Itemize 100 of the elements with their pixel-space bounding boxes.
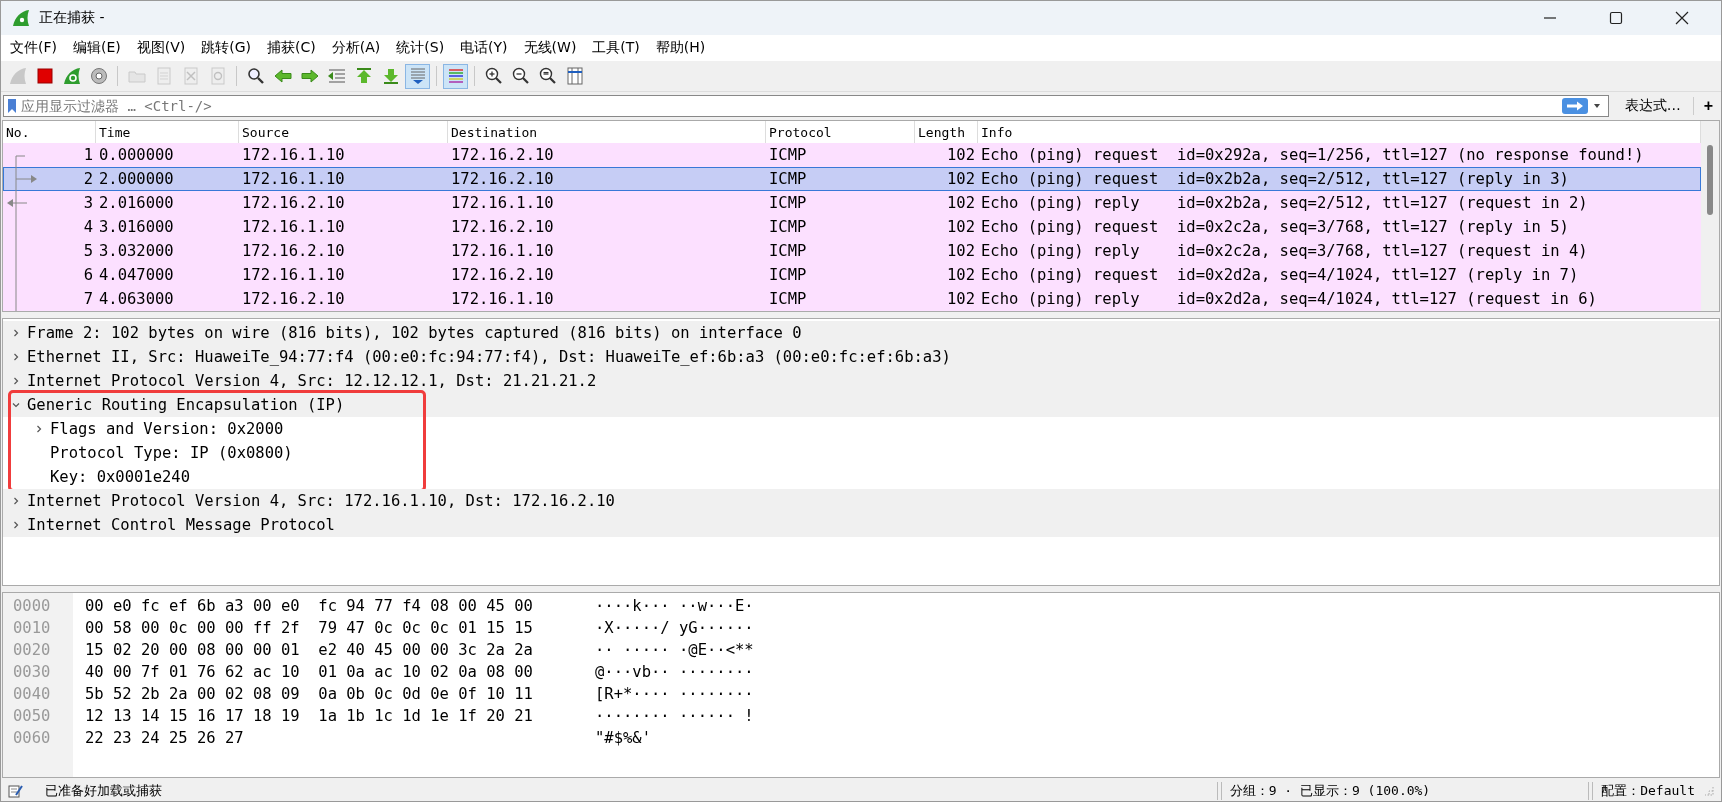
ascii-bytes: "#$%&' bbox=[595, 728, 652, 749]
menu-item[interactable]: 分析(A) bbox=[326, 37, 386, 59]
menu-item[interactable]: 电话(Y) bbox=[455, 37, 513, 59]
protocol-tree-item[interactable]: Internet Protocol Version 4, Src: 12.12.12.1, Dst: 21.21.21.2 bbox=[3, 369, 1719, 393]
protocol-tree-item[interactable]: Protocol Type: IP (0x0800) bbox=[3, 441, 1719, 465]
scrollbar[interactable] bbox=[1701, 121, 1719, 311]
table-cell-text: 3.032000 bbox=[98, 242, 175, 260]
menu-item[interactable]: 编辑(E) bbox=[68, 37, 126, 59]
packet-number: 5 bbox=[83, 242, 93, 260]
bookmark-icon[interactable] bbox=[7, 98, 17, 114]
tree-item-text: Internet Protocol Version 4, Src: 172.16.1.10, Dst: 172.16.2.10 bbox=[27, 492, 615, 510]
table-cell-text: ICMP bbox=[768, 290, 808, 308]
tree-item-text: Ethernet II, Src: HuaweiTe_94:77:f4 (00:e0:fc:94:77:f4), Dst: HuaweiTe_ef:6b:a3 (00:e0:fc:ef:6b:a3) bbox=[27, 348, 951, 366]
ascii-bytes: @···vb·· ········ bbox=[595, 662, 754, 683]
byte-offset: 0030 bbox=[13, 662, 52, 683]
byte-offset: 0040 bbox=[13, 684, 52, 705]
table-cell-text: 172.16.1.10 bbox=[241, 146, 346, 164]
menu-item[interactable]: 统计(S) bbox=[391, 37, 450, 59]
packet-row[interactable]: 5 3.032000 172.16.2.10 172.16.1.10 ICMP 102 Echo (ping) reply id=0x2c2a, seq=3/768, ttl=127 (request in 4) bbox=[3, 239, 1701, 263]
table-cell-text: 172.16.1.10 bbox=[241, 266, 346, 284]
packet-row[interactable]: 4 3.016000 172.16.1.10 172.16.2.10 ICMP 102 Echo (ping) request id=0x2c2a, seq=3/768, ttl=127 (reply in 5) bbox=[3, 215, 1701, 239]
byte-offset: 0010 bbox=[13, 618, 52, 639]
table-cell-text: 4.047000 bbox=[98, 266, 175, 284]
menu-item[interactable]: 帮助(H) bbox=[650, 37, 711, 59]
request-arrow-icon bbox=[15, 167, 38, 191]
packet-row[interactable]: 7 4.063000 172.16.2.10 172.16.1.10 ICMP 102 Echo (ping) reply id=0x2d2a, seq=4/1024, ttl=127 (request in 6) bbox=[3, 287, 1701, 311]
menu-item[interactable]: 无线(W) bbox=[518, 37, 582, 59]
table-cell-text: 172.16.2.10 bbox=[241, 194, 346, 212]
zoom-reset-icon bbox=[537, 66, 558, 86]
hex-bytes: 15 02 20 00 08 00 00 01 e2 40 45 00 00 3c 2a 2a bbox=[85, 640, 534, 661]
tree-item-text: Key: 0x0001e240 bbox=[50, 468, 190, 486]
maximize-icon[interactable] bbox=[1609, 11, 1623, 25]
protocol-tree-item[interactable]: Internet Control Message Protocol bbox=[3, 513, 1719, 537]
add-filter-button[interactable]: + bbox=[1697, 97, 1719, 115]
chevron-down-icon[interactable] bbox=[11, 400, 21, 410]
table-cell-text: 0.000000 bbox=[98, 146, 175, 164]
protocol-tree-item[interactable]: Internet Protocol Version 4, Src: 172.16.1.10, Dst: 172.16.2.10 bbox=[3, 489, 1719, 513]
ascii-bytes: ········ ······ ! bbox=[595, 706, 754, 727]
hex-bytes: 00 e0 fc ef 6b a3 00 e0 fc 94 77 f4 08 00 45 00 bbox=[85, 596, 534, 617]
search-icon bbox=[245, 66, 266, 86]
packet-number: 4 bbox=[83, 218, 93, 236]
packet-row[interactable]: 1 0.000000 172.16.1.10 172.16.2.10 ICMP 102 Echo (ping) request id=0x292a, seq=1/256, ttl=127 (no response found!) bbox=[3, 143, 1701, 167]
chevron-right-icon[interactable] bbox=[11, 328, 21, 338]
packet-row[interactable]: 3 2.016000 172.16.2.10 172.16.1.10 ICMP 102 Echo (ping) reply id=0x2b2a, seq=2/512, ttl=127 (request in 2) bbox=[3, 191, 1701, 215]
chevron-right-icon[interactable] bbox=[34, 424, 44, 434]
table-cell-text: 102 bbox=[946, 146, 976, 164]
menu-item[interactable]: 视图(V) bbox=[131, 37, 191, 59]
table-cell-text: 172.16.1.10 bbox=[450, 242, 555, 260]
table-cell-text: 102 bbox=[946, 290, 976, 308]
forward-arrow-icon bbox=[299, 66, 320, 86]
protocol-tree-item[interactable]: Key: 0x0001e240 bbox=[3, 465, 1719, 489]
protocol-tree-item[interactable]: Generic Routing Encapsulation (IP) bbox=[3, 393, 1719, 417]
packet-row[interactable]: 2 2.000000 172.16.1.10 172.16.2.10 ICMP 102 Echo (ping) request id=0x2b2a, seq=2/512, ttl=127 (reply in 3) bbox=[3, 167, 1701, 191]
table-cell-text: 102 bbox=[946, 170, 976, 188]
table-cell-text: ICMP bbox=[768, 218, 808, 236]
close-icon[interactable] bbox=[1675, 11, 1689, 25]
menu-item[interactable]: 跳转(G) bbox=[196, 37, 257, 59]
chevron-right-icon[interactable] bbox=[11, 520, 21, 530]
table-cell-text: 172.16.1.10 bbox=[450, 194, 555, 212]
notepad-icon[interactable] bbox=[7, 783, 23, 799]
go-to-line-icon bbox=[326, 66, 347, 86]
table-cell-text: Echo (ping) request id=0x2d2a, seq=4/1024, ttl=127 (reply in 7) bbox=[980, 266, 1580, 284]
packet-number: 2 bbox=[83, 170, 93, 188]
table-cell-text: 172.16.2.10 bbox=[450, 170, 555, 188]
resize-grip-icon[interactable] bbox=[1703, 785, 1715, 797]
byte-offset: 0020 bbox=[13, 640, 52, 661]
chevron-right-icon[interactable] bbox=[11, 352, 21, 362]
table-cell-text: 172.16.1.10 bbox=[450, 290, 555, 308]
ascii-bytes: ·X·····/ yG······ bbox=[595, 618, 754, 639]
menu-item[interactable]: 工具(T) bbox=[587, 37, 645, 59]
tree-item-text: Frame 2: 102 bytes on wire (816 bits), 102 bytes captured (816 bits) on interface 0 bbox=[27, 324, 802, 342]
window-title: 正在捕获 - bbox=[39, 9, 105, 27]
table-cell-text: 172.16.1.10 bbox=[241, 170, 346, 188]
chevron-right-icon[interactable] bbox=[11, 376, 21, 386]
packet-row[interactable]: 6 4.047000 172.16.1.10 172.16.2.10 ICMP 102 Echo (ping) request id=0x2d2a, seq=4/1024, ttl=127 (reply in 7) bbox=[3, 263, 1701, 287]
display-filter-field[interactable]: 应用显示过滤器 … <Ctrl-/> bbox=[3, 95, 1609, 117]
table-cell-text: 102 bbox=[946, 218, 976, 236]
protocol-tree-item[interactable]: Ethernet II, Src: HuaweiTe_94:77:f4 (00:e0:fc:94:77:f4), Dst: HuaweiTe_ef:6b:a3 (00:e0:fc:ef:6b:a3) bbox=[3, 345, 1719, 369]
table-cell-text: Echo (ping) request id=0x2b2a, seq=2/512, ttl=127 (reply in 3) bbox=[980, 170, 1570, 188]
table-cell-text: 172.16.1.10 bbox=[241, 218, 346, 236]
ascii-bytes: ·· ····· ·@E··<** bbox=[595, 640, 754, 661]
display-filter-input[interactable]: 应用显示过滤器 … <Ctrl-/> bbox=[21, 98, 1558, 114]
chevron-right-icon[interactable] bbox=[11, 496, 21, 506]
protocol-tree-item[interactable]: Frame 2: 102 bytes on wire (816 bits), 102 bytes captured (816 bits) on interface 0 bbox=[3, 321, 1719, 345]
protocol-tree-item[interactable]: Flags and Version: 0x2000 bbox=[3, 417, 1719, 441]
profile-label[interactable]: 配置：Default bbox=[1601, 782, 1695, 800]
packet-number: 7 bbox=[83, 290, 93, 308]
menu-item[interactable]: 文件(F) bbox=[5, 37, 62, 59]
hex-bytes: 00 58 00 0c 00 00 ff 2f 79 47 0c 0c 0c 01 15 15 bbox=[85, 618, 534, 639]
table-cell-text: 102 bbox=[946, 266, 976, 284]
tree-item-text: Internet Protocol Version 4, Src: 12.12.12.1, Dst: 21.21.21.2 bbox=[27, 372, 597, 390]
packet-number: 3 bbox=[83, 194, 93, 212]
ascii-bytes: [R+*···· ········ bbox=[595, 684, 754, 705]
table-cell-text: Echo (ping) reply id=0x2c2a, seq=3/768, ttl=127 (request in 4) bbox=[980, 242, 1589, 260]
expression-button[interactable]: 表达式… bbox=[1612, 97, 1694, 115]
packet-number: 6 bbox=[83, 266, 93, 284]
menu-item[interactable]: 捕获(C) bbox=[262, 37, 321, 59]
reply-arrow-icon bbox=[7, 191, 28, 215]
table-cell-text: 172.16.2.10 bbox=[241, 242, 346, 260]
byte-offset: 0000 bbox=[13, 596, 52, 617]
